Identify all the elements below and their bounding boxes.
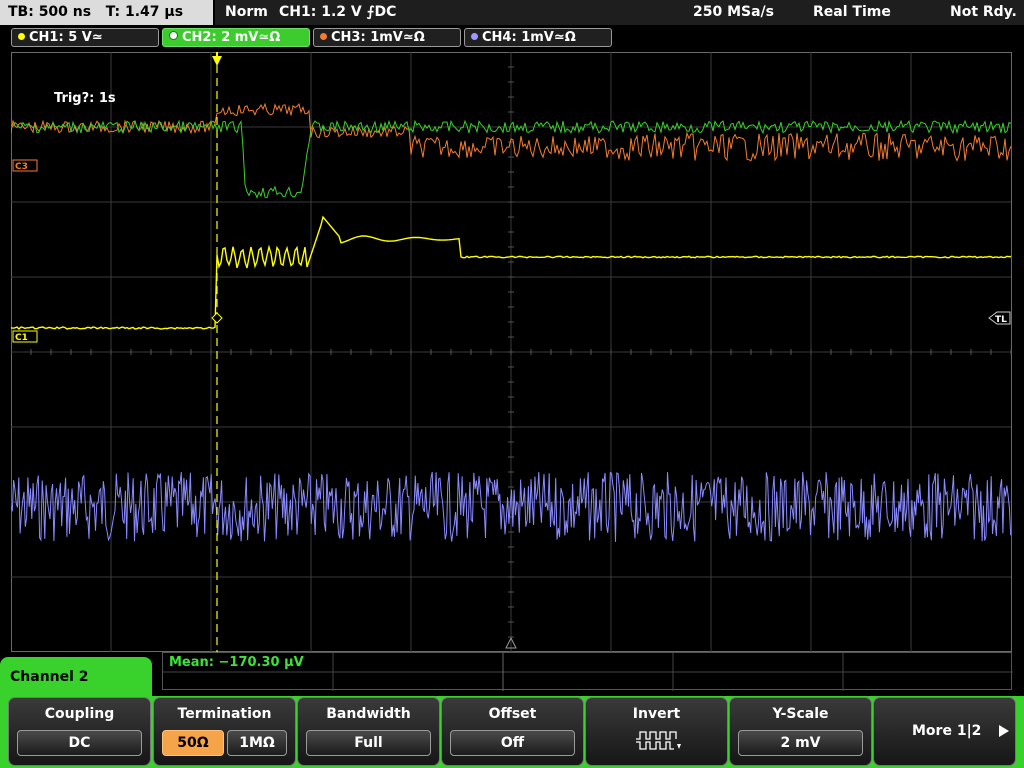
waveform-display[interactable]: Trig?: 1s C3 C1 TL: [11, 52, 1012, 652]
tab-ch3-label: CH3: 1mV≃Ω: [331, 30, 425, 45]
termination-title: Termination: [177, 706, 272, 722]
measurement-panel: Mean: −170.30 µV: [162, 652, 1013, 691]
trigger-countdown: Trig?: 1s: [54, 91, 116, 106]
ch1-color-dot: [18, 33, 25, 40]
tab-ch3[interactable]: CH3: 1mV≃Ω: [313, 28, 461, 47]
bandwidth-title: Bandwidth: [326, 706, 411, 722]
ch3-offset-marker[interactable]: C3: [12, 159, 38, 172]
termination-50ohm-option[interactable]: 50Ω: [162, 730, 224, 756]
ch3-color-dot: [320, 33, 327, 40]
bandwidth-softkey[interactable]: Bandwidth Full: [297, 697, 440, 766]
sample-rate: 250 MSa/s: [693, 4, 775, 20]
ch2-color-dot: [169, 31, 178, 40]
tab-ch1[interactable]: CH1: 5 V≃: [11, 28, 159, 47]
trigger-status: Not Rdy.: [950, 4, 1017, 20]
more-label: More 1|2: [912, 723, 982, 739]
tab-ch2[interactable]: CH2: 2 mV≃Ω: [162, 28, 310, 47]
coupling-title: Coupling: [44, 706, 115, 722]
yscale-title: Y-Scale: [772, 706, 829, 722]
trigger-mode[interactable]: Norm: [225, 0, 268, 24]
tab-ch4[interactable]: CH4: 1mV≃Ω: [464, 28, 612, 47]
coupling-softkey[interactable]: Coupling DC: [8, 697, 151, 766]
yscale-value[interactable]: 2 mV: [738, 730, 863, 756]
ch4-color-dot: [471, 33, 478, 40]
invert-title: Invert: [632, 706, 681, 722]
ch1-offset-marker[interactable]: C1: [12, 330, 38, 343]
offset-softkey[interactable]: Offset Off: [441, 697, 584, 766]
active-channel-label[interactable]: Channel 2: [0, 657, 152, 697]
trigger-time-readout: T: 1.47 µs: [105, 4, 184, 20]
coupling-value[interactable]: DC: [17, 730, 142, 756]
tab-ch1-label: CH1: 5 V≃: [29, 30, 103, 45]
invert-waveform-icon: [636, 731, 681, 750]
more-softkey[interactable]: More 1|2: [873, 697, 1016, 766]
offset-value[interactable]: Off: [450, 730, 575, 756]
ch3-marker-label: C3: [15, 162, 28, 172]
ch1-marker-label: C1: [15, 333, 28, 343]
next-page-icon: [999, 725, 1009, 737]
termination-softkey[interactable]: Termination 50Ω 1MΩ: [153, 697, 296, 766]
yscale-softkey[interactable]: Y-Scale 2 mV: [729, 697, 872, 766]
acquisition-strip: Norm CH1: 1.2 V ⨍DC 250 MSa/s Real Time …: [215, 0, 1024, 25]
timebase-readout: TB: 500 ns: [8, 4, 92, 20]
acquisition-mode: Real Time: [813, 4, 891, 20]
bandwidth-value[interactable]: Full: [306, 730, 431, 756]
trigger-info[interactable]: CH1: 1.2 V ⨍DC: [279, 0, 396, 24]
trigger-level-label: TL: [995, 315, 1007, 325]
tab-ch4-label: CH4: 1mV≃Ω: [482, 30, 576, 45]
invert-softkey[interactable]: Invert: [585, 697, 728, 766]
measurement-dividers: [163, 653, 1013, 691]
termination-1mohm-option[interactable]: 1MΩ: [227, 730, 287, 756]
tab-ch2-label: CH2: 2 mV≃Ω: [182, 30, 281, 45]
offset-title: Offset: [488, 706, 537, 722]
timebase-box[interactable]: TB: 500 ns T: 1.47 µs: [0, 0, 213, 25]
